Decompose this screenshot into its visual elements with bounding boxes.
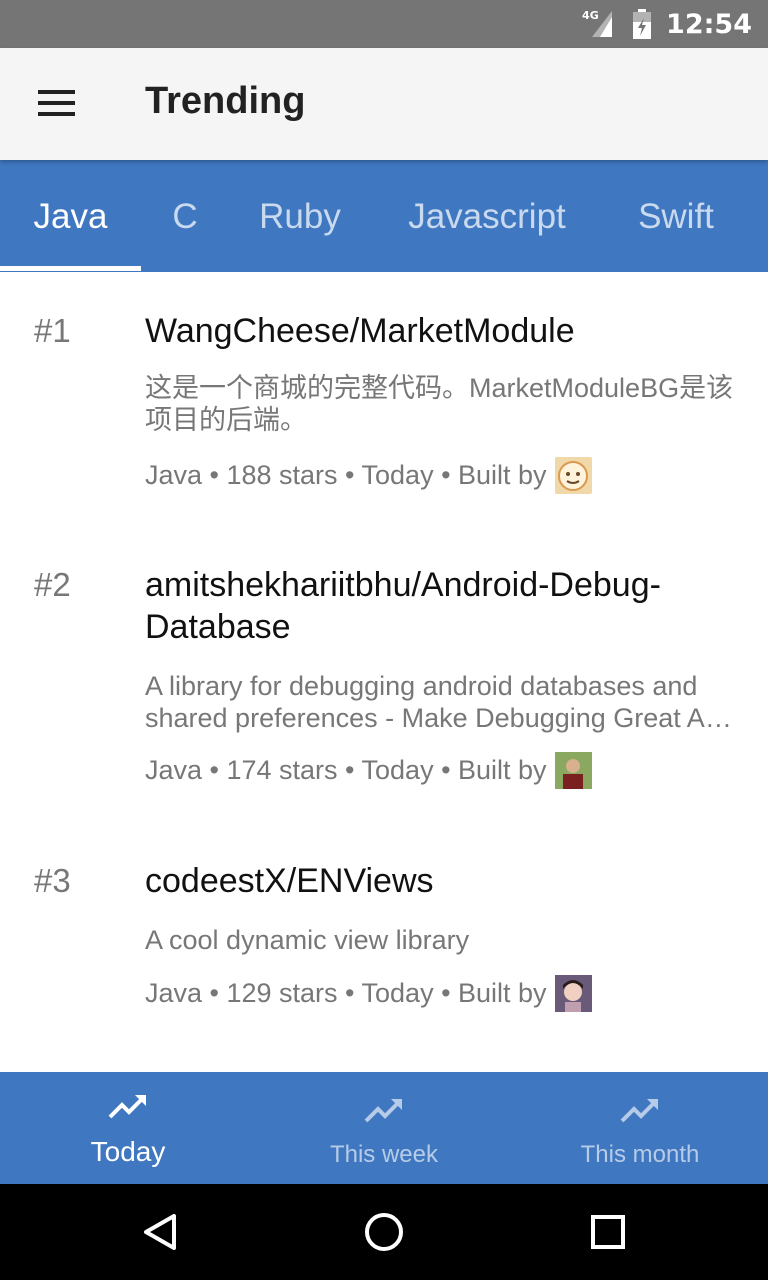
repo-meta-text: Java • 174 stars • Today • Built by bbox=[145, 755, 547, 785]
system-navigation-bar bbox=[0, 1184, 768, 1280]
tab-ruby[interactable]: Ruby bbox=[229, 160, 371, 272]
trending-up-icon bbox=[620, 1099, 658, 1123]
avatar[interactable] bbox=[554, 975, 592, 1012]
recents-icon[interactable] bbox=[584, 1208, 632, 1256]
clock: 12:54 bbox=[666, 8, 752, 40]
app-bar: Trending bbox=[0, 48, 768, 160]
avatar[interactable] bbox=[554, 752, 592, 789]
nav-this-month-label: This month bbox=[580, 1141, 700, 1168]
repo-description: A cool dynamic view library bbox=[145, 925, 470, 955]
nav-this-week-label: This week bbox=[329, 1141, 439, 1168]
trending-up-icon bbox=[364, 1099, 402, 1123]
menu-button[interactable] bbox=[22, 72, 90, 136]
repo-meta-text: Java • 188 stars • Today • Built by bbox=[145, 460, 547, 490]
nav-today-label: Today bbox=[90, 1136, 166, 1167]
nav-this-month[interactable]: This month bbox=[512, 1072, 768, 1184]
battery-icon bbox=[632, 9, 652, 39]
status-icons: 4G 12:54 bbox=[582, 0, 752, 48]
hamburger-line bbox=[38, 112, 75, 116]
repo-rank: #2 bbox=[34, 566, 71, 603]
repo-list: #1 WangCheese/MarketModule 这是一个商城的完整代码。M… bbox=[0, 272, 768, 1072]
repo-rank: #3 bbox=[34, 862, 71, 899]
repo-description: A library for debugging android database… bbox=[145, 671, 732, 733]
repo-description: 这是一个商城的完整代码。MarketModuleBG是该项目的后端。 bbox=[145, 373, 734, 435]
page-title: Trending bbox=[145, 80, 306, 122]
language-tabs: Java C Ruby Javascript Swift bbox=[0, 160, 768, 272]
repo-meta: Java • 188 stars • Today • Built by bbox=[145, 457, 592, 494]
nav-this-week[interactable]: This week bbox=[256, 1072, 512, 1184]
tab-swift[interactable]: Swift bbox=[603, 160, 749, 272]
repo-name: amitshekhariitbhu/Android-Debug-Database bbox=[145, 566, 661, 646]
repo-name: codeestX/ENViews bbox=[145, 862, 434, 900]
status-bar: 4G 12:54 bbox=[0, 0, 768, 48]
tab-c[interactable]: C bbox=[141, 160, 229, 272]
list-item[interactable]: #1 WangCheese/MarketModule 这是一个商城的完整代码。M… bbox=[0, 272, 768, 542]
list-item[interactable]: #3 codeestX/ENViews A cool dynamic view … bbox=[0, 842, 768, 1042]
bottom-navigation: Today This week This month bbox=[0, 1072, 768, 1184]
home-icon[interactable] bbox=[360, 1208, 408, 1256]
repo-meta-text: Java • 129 stars • Today • Built by bbox=[145, 978, 547, 1008]
repo-rank: #1 bbox=[34, 312, 71, 349]
trending-up-icon bbox=[108, 1095, 146, 1119]
repo-meta: Java • 129 stars • Today • Built by bbox=[145, 975, 592, 1012]
active-tab-indicator bbox=[0, 266, 141, 271]
list-item[interactable]: #2 amitshekhariitbhu/Android-Debug-Datab… bbox=[0, 542, 768, 842]
tab-java[interactable]: Java bbox=[0, 160, 141, 272]
signal-icon: 4G bbox=[582, 9, 618, 39]
nav-today[interactable]: Today bbox=[0, 1072, 256, 1184]
hamburger-menu-icon bbox=[38, 90, 75, 94]
repo-meta: Java • 174 stars • Today • Built by bbox=[145, 752, 592, 789]
avatar[interactable] bbox=[554, 457, 592, 494]
tab-javascript[interactable]: Javascript bbox=[371, 160, 603, 272]
back-icon[interactable] bbox=[136, 1208, 184, 1256]
repo-name: WangCheese/MarketModule bbox=[145, 312, 575, 350]
hamburger-line bbox=[38, 101, 75, 105]
